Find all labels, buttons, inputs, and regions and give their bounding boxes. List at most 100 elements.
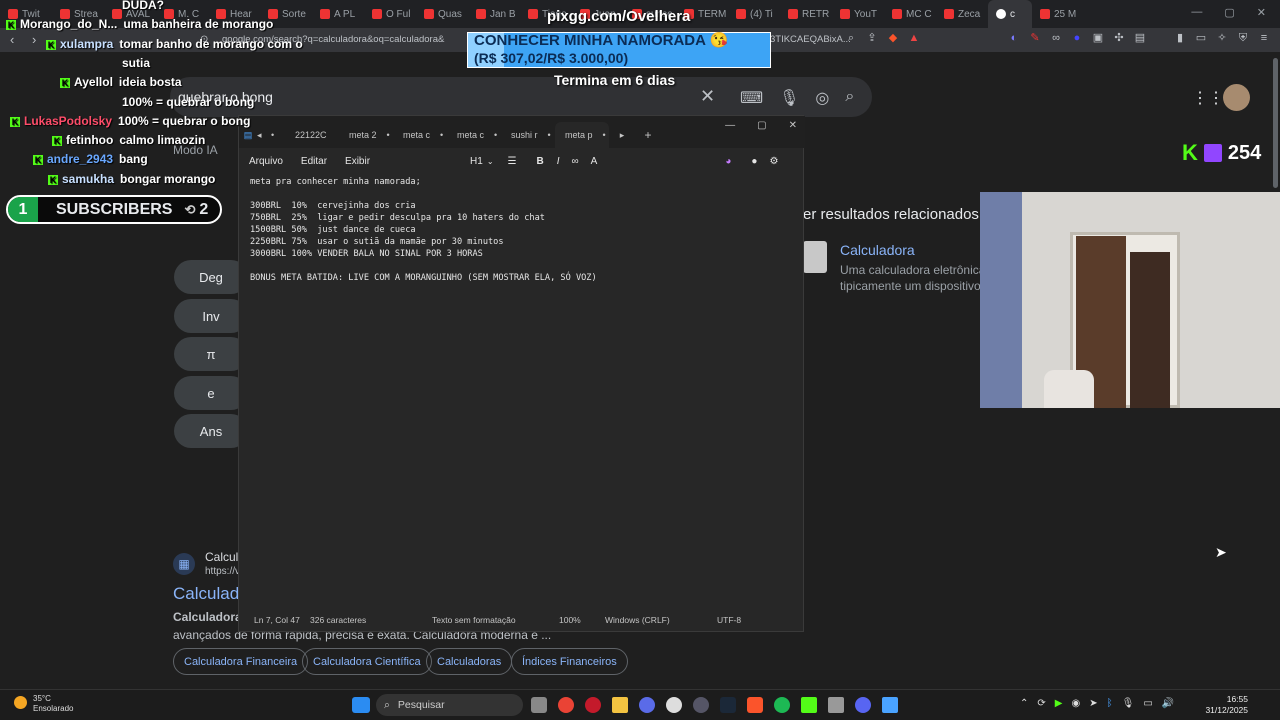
clear-icon[interactable]: ✕	[700, 86, 715, 107]
tab-scroll-right-icon[interactable]: ▸	[609, 122, 635, 148]
lens-icon[interactable]: ◎	[815, 88, 829, 108]
wallet-icon[interactable]: ▭	[1195, 32, 1207, 44]
close-icon[interactable]: ✕	[1257, 6, 1266, 19]
apps-grid-icon[interactable]: ⋮⋮	[1192, 88, 1224, 108]
browser-tab-active[interactable]: c	[988, 0, 1032, 28]
avatar[interactable]	[1223, 84, 1250, 111]
keyboard-icon[interactable]: ⌨	[740, 88, 763, 108]
page-scrollbar[interactable]	[1273, 58, 1278, 188]
notepad-text-area[interactable]: meta pra conhecer minha namorada; 300BRL …	[250, 176, 597, 284]
tab-scroll-left-icon[interactable]: ◂	[257, 122, 271, 148]
calc-ans-button[interactable]: Ans	[174, 414, 248, 448]
browser-tab[interactable]: O Ful	[364, 0, 416, 28]
app-icon[interactable]	[639, 697, 655, 713]
calc-inv-button[interactable]: Inv	[174, 299, 248, 333]
share-icon[interactable]: ⇪	[866, 32, 878, 44]
heading-select[interactable]: H1	[470, 156, 483, 167]
tabs-icon[interactable]: ▤	[1134, 32, 1146, 44]
notepad-tab[interactable]: sushi r •	[501, 122, 555, 148]
rewards-icon[interactable]: ▲	[908, 32, 920, 44]
browser-tab[interactable]: Quas	[416, 0, 468, 28]
zoom-icon[interactable]: ⌕	[845, 32, 857, 44]
chatgpt-icon[interactable]	[666, 697, 682, 713]
mic-icon[interactable]: 🎙	[1122, 698, 1135, 709]
sidebar-icon[interactable]: ▮	[1174, 32, 1186, 44]
leo-icon[interactable]: ✧	[1216, 32, 1228, 44]
mic-icon[interactable]: 🎙	[779, 88, 799, 108]
file-explorer-icon[interactable]	[612, 697, 628, 713]
puzzle-icon[interactable]: ✣	[1113, 32, 1125, 44]
tray-app-icon[interactable]: ➤	[1089, 698, 1097, 709]
copilot-icon[interactable]: ◕	[725, 156, 731, 167]
settings-icon[interactable]: ⚙	[769, 156, 778, 167]
pill-indices-financeiros[interactable]: Índices Financeiros	[511, 648, 628, 675]
notepad-tab[interactable]: meta c •	[447, 122, 501, 148]
extension-3-icon[interactable]: ∞	[1050, 32, 1062, 44]
notepad-tab[interactable]: meta c •	[393, 122, 447, 148]
menu-arquivo[interactable]: Arquivo	[249, 156, 283, 167]
browser-tab[interactable]: Zeca	[936, 0, 988, 28]
minimize-icon[interactable]: —	[1191, 6, 1202, 19]
browser-tab[interactable]: 25 M	[1032, 0, 1084, 28]
browser-tab[interactable]: A PL	[312, 0, 364, 28]
menu-exibir[interactable]: Exibir	[345, 156, 370, 167]
start-icon[interactable]	[352, 697, 370, 713]
sync-icon[interactable]: ⟳	[1037, 698, 1045, 709]
italic-icon[interactable]: I	[557, 156, 560, 167]
steam-icon[interactable]	[720, 697, 736, 713]
maximize-icon[interactable]: ▢	[1224, 6, 1234, 19]
menu-editar[interactable]: Editar	[301, 156, 327, 167]
search-icon[interactable]: ⌕	[845, 88, 854, 108]
task-view-icon[interactable]	[531, 697, 547, 713]
notepad-tab[interactable]: 22122C	[285, 122, 339, 148]
browser-tab[interactable]: (4) Ti	[728, 0, 780, 28]
opera-icon[interactable]	[585, 697, 601, 713]
discord-icon[interactable]	[855, 697, 871, 713]
result-title[interactable]: Calculad	[173, 584, 239, 604]
extension-4-icon[interactable]: ●	[1071, 32, 1083, 44]
bluetooth-icon[interactable]: ᛒ	[1107, 698, 1113, 709]
maximize-icon[interactable]: ▢	[757, 120, 766, 131]
minimize-icon[interactable]: —	[725, 120, 735, 131]
pill-calculadora-financeira[interactable]: Calculadora Financeira	[173, 648, 309, 675]
clock[interactable]: 16:55 31/12/2025	[1205, 694, 1248, 716]
new-tab-icon[interactable]: +	[635, 122, 661, 148]
calculator-thumbnail-icon[interactable]	[803, 241, 827, 273]
chevron-up-icon[interactable]: ⌃	[1020, 698, 1028, 709]
list-icon[interactable]: ☰	[508, 156, 517, 167]
calc-card-title[interactable]: Calculadora	[840, 242, 915, 258]
kick-tray-icon[interactable]: ▶	[1055, 698, 1063, 709]
calc-e-button[interactable]: e	[174, 376, 248, 410]
app-icon[interactable]	[828, 697, 844, 713]
result-url[interactable]: https://v	[205, 566, 240, 577]
volume-icon[interactable]: 🔊	[1162, 698, 1174, 709]
browser-tab[interactable]: YouT	[832, 0, 884, 28]
extension-2-icon[interactable]: ✎	[1029, 32, 1041, 44]
tray-app-icon[interactable]: ◉	[1071, 698, 1080, 709]
kick-icon[interactable]	[801, 697, 817, 713]
extension-5-icon[interactable]: ▣	[1092, 32, 1104, 44]
forward-icon[interactable]: ›	[32, 32, 36, 47]
account-icon[interactable]: ●	[751, 156, 757, 167]
chrome-icon[interactable]	[558, 697, 574, 713]
browser-tab[interactable]: RETR	[780, 0, 832, 28]
notepad-tab-active[interactable]: meta p •	[555, 122, 609, 148]
back-icon[interactable]: ‹	[10, 32, 14, 47]
browser-tab[interactable]: Jan B	[468, 0, 520, 28]
extension-1-icon[interactable]: ◐	[1008, 32, 1020, 44]
spotify-icon[interactable]	[774, 697, 790, 713]
network-icon[interactable]: ▭	[1143, 698, 1152, 709]
calc-pi-button[interactable]: π	[174, 337, 248, 371]
notepad-tab[interactable]: meta 2 •	[339, 122, 393, 148]
calc-deg-button[interactable]: Deg	[174, 260, 248, 294]
browser-tab[interactable]: MC C	[884, 0, 936, 28]
vpn-icon[interactable]: ⛨	[1237, 32, 1249, 44]
app-icon[interactable]	[693, 697, 709, 713]
menu-icon[interactable]: ≡	[1258, 32, 1270, 44]
notepad-icon[interactable]	[882, 697, 898, 713]
brave-shield-icon[interactable]: ◆	[887, 32, 899, 44]
bold-icon[interactable]: B	[537, 156, 544, 167]
taskbar-search[interactable]: ⌕ Pesquisar	[376, 694, 523, 716]
pill-calculadora-cientifica[interactable]: Calculadora Científica	[302, 648, 432, 675]
weather-widget[interactable]: 35°C Ensolarado	[14, 694, 73, 714]
